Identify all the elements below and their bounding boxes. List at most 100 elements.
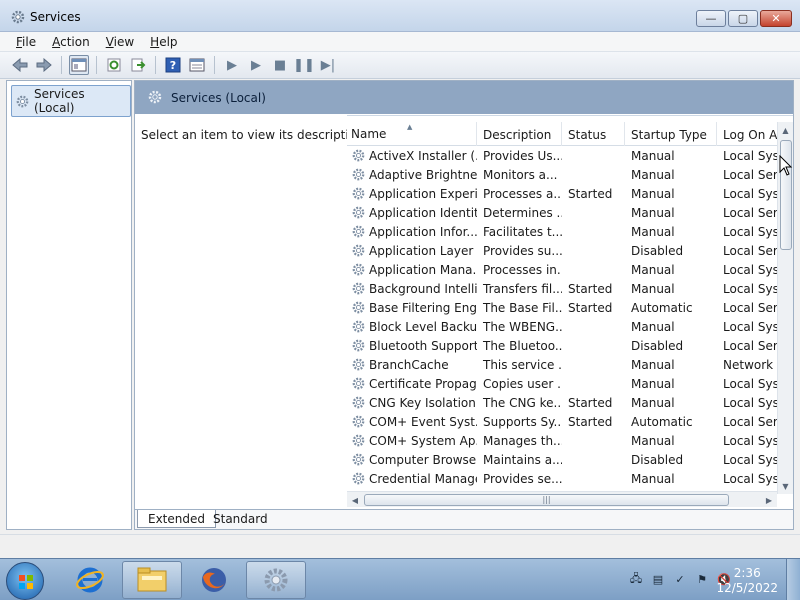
service-log-on-as: Local Syst <box>723 224 777 239</box>
table-body: ActiveX Installer (... Provides Us... Manu… <box>347 146 777 488</box>
table-row[interactable]: Base Filtering Engi... The Base Fil... Sta… <box>347 298 777 317</box>
taskbar-internet-explorer[interactable] <box>60 561 120 599</box>
table-row[interactable]: Application Layer ... Provides su... Disab… <box>347 241 777 260</box>
taskbar-services[interactable] <box>246 561 306 599</box>
refresh-button[interactable] <box>104 55 124 75</box>
service-description: The WBENG... <box>483 319 562 334</box>
show-desktop-button[interactable] <box>786 559 800 600</box>
start-button[interactable] <box>6 562 44 600</box>
column-header-name[interactable]: ▲ Name <box>347 122 477 146</box>
service-log-on-as: Network S <box>723 357 777 372</box>
taskbar-firefox[interactable] <box>184 561 244 599</box>
stop-service-button[interactable]: ■ <box>270 55 290 75</box>
service-startup-type: Manual <box>631 167 675 182</box>
table-row[interactable]: Certificate Propag... Copies user ... Manu… <box>347 374 777 393</box>
show-hide-console-tree-button[interactable] <box>69 55 89 75</box>
clock[interactable]: 2:36 12/5/2022 <box>716 566 778 596</box>
table-row[interactable]: Application Infor... Facilitates t... Manu… <box>347 222 777 241</box>
table-row[interactable]: Application Experi... Processes a... Start… <box>347 184 777 203</box>
table-row[interactable]: Computer Browser Maintains a... Disabled Lo… <box>347 450 777 469</box>
menu-action[interactable]: Action <box>46 35 96 49</box>
service-gear-icon <box>352 168 365 181</box>
export-list-button[interactable] <box>128 55 148 75</box>
service-gear-icon <box>352 320 365 333</box>
back-arrow-icon <box>12 58 28 72</box>
service-gear-icon <box>352 263 365 276</box>
service-description: Processes a... <box>483 186 562 201</box>
table-row[interactable]: Application Mana... Processes in... Manual… <box>347 260 777 279</box>
toolbar: ? ▶ ▶ ■ ❚❚ ▶| <box>0 52 800 79</box>
menu-file[interactable]: File <box>10 35 42 49</box>
service-log-on-as: Local Syst <box>723 319 777 334</box>
table-row[interactable]: Credential Manager Provides se... Manual Lo… <box>347 469 777 488</box>
document-icon[interactable]: ▤ <box>650 571 666 587</box>
back-button[interactable] <box>10 55 30 75</box>
network-icon[interactable]: 🖧 <box>628 571 644 587</box>
pause-service-button[interactable]: ❚❚ <box>293 55 315 75</box>
scroll-right-arrow-icon[interactable]: ▶ <box>761 492 777 508</box>
firefox-icon <box>202 568 226 592</box>
service-status: Started <box>568 395 613 410</box>
scroll-down-arrow-icon[interactable]: ▼ <box>778 478 793 494</box>
service-name-label: Application Identity <box>369 205 477 220</box>
scroll-up-arrow-icon[interactable]: ▲ <box>778 122 793 138</box>
close-button[interactable]: ✕ <box>760 10 792 27</box>
security-icon[interactable]: ✓ <box>672 571 688 587</box>
horizontal-scroll-thumb[interactable]: ||| <box>364 494 729 506</box>
service-description: Facilitates t... <box>483 224 562 239</box>
service-log-on-as: Local Syst <box>723 395 777 410</box>
menu-help[interactable]: Help <box>144 35 183 49</box>
help-button[interactable]: ? <box>163 55 183 75</box>
export-list-icon <box>131 58 146 72</box>
service-log-on-as: Local Syst <box>723 281 777 296</box>
menu-view[interactable]: View <box>100 35 140 49</box>
horizontal-scrollbar[interactable]: ◀ ||| ▶ <box>347 491 777 507</box>
start-service-button[interactable]: ▶ <box>222 55 242 75</box>
table-row[interactable]: ActiveX Installer (... Provides Us... Manu… <box>347 146 777 165</box>
scroll-left-arrow-icon[interactable]: ◀ <box>347 492 363 508</box>
service-name-label: Bluetooth Support... <box>369 338 477 353</box>
vertical-scrollbar[interactable]: ▲ ▼ <box>777 122 793 494</box>
sort-ascending-icon: ▲ <box>407 123 413 131</box>
console-tree-icon <box>71 58 87 72</box>
service-name: Block Level Backu... <box>347 319 477 334</box>
tree-node-label: Services (Local) <box>34 87 85 115</box>
service-description: The Base Fil... <box>483 300 562 315</box>
table-row[interactable]: Application Identity Determines ... Manual… <box>347 203 777 222</box>
table-row[interactable]: Background Intelli... Transfers fil... Sta… <box>347 279 777 298</box>
column-header-status[interactable]: Status <box>562 122 625 146</box>
services-gear-icon <box>11 10 25 24</box>
view-tabs: Extended Standard <box>135 509 793 529</box>
table-row[interactable]: COM+ Event Syst... Supports Sy... Started A… <box>347 412 777 431</box>
taskbar-windows-explorer[interactable] <box>122 561 182 599</box>
windows-logo-icon <box>19 575 33 589</box>
table-row[interactable]: CNG Key Isolation The CNG ke... Started Man… <box>347 393 777 412</box>
service-gear-icon <box>352 339 365 352</box>
service-name: Application Layer ... <box>347 243 477 258</box>
toolbar-separator <box>155 56 156 74</box>
column-header-log-on-as[interactable]: Log On A <box>717 122 777 146</box>
table-row[interactable]: COM+ System Ap... Manages th... Manual Loca… <box>347 431 777 450</box>
properties-button[interactable] <box>187 55 207 75</box>
column-header-description[interactable]: Description <box>477 122 562 146</box>
restart-service-button[interactable]: ▶| <box>318 55 338 75</box>
properties-icon <box>189 58 205 72</box>
start-service-alt-button[interactable]: ▶ <box>246 55 266 75</box>
service-gear-icon <box>352 396 365 409</box>
service-name-label: Certificate Propag... <box>369 376 477 391</box>
minimize-button[interactable]: — <box>696 10 726 27</box>
table-row[interactable]: Adaptive Brightness Monitors a... Manual Lo… <box>347 165 777 184</box>
tab-standard[interactable]: Standard <box>203 510 278 528</box>
service-name: Application Mana... <box>347 262 477 277</box>
table-row[interactable]: Bluetooth Support... The Bluetoo... Disabl… <box>347 336 777 355</box>
table-row[interactable]: BranchCache This service ... Manual Network… <box>347 355 777 374</box>
maximize-button[interactable]: ▢ <box>728 10 758 27</box>
service-name-label: COM+ Event Syst... <box>369 414 477 429</box>
column-header-startup-type[interactable]: Startup Type <box>625 122 717 146</box>
tree-node-services-local[interactable]: Services (Local) <box>11 85 131 117</box>
flag-icon[interactable]: ⚑ <box>694 571 710 587</box>
service-description: Provides su... <box>483 243 562 258</box>
forward-button[interactable] <box>34 55 54 75</box>
table-row[interactable]: Block Level Backu... The WBENG... Manual Lo… <box>347 317 777 336</box>
service-log-on-as: Local Syst <box>723 262 777 277</box>
